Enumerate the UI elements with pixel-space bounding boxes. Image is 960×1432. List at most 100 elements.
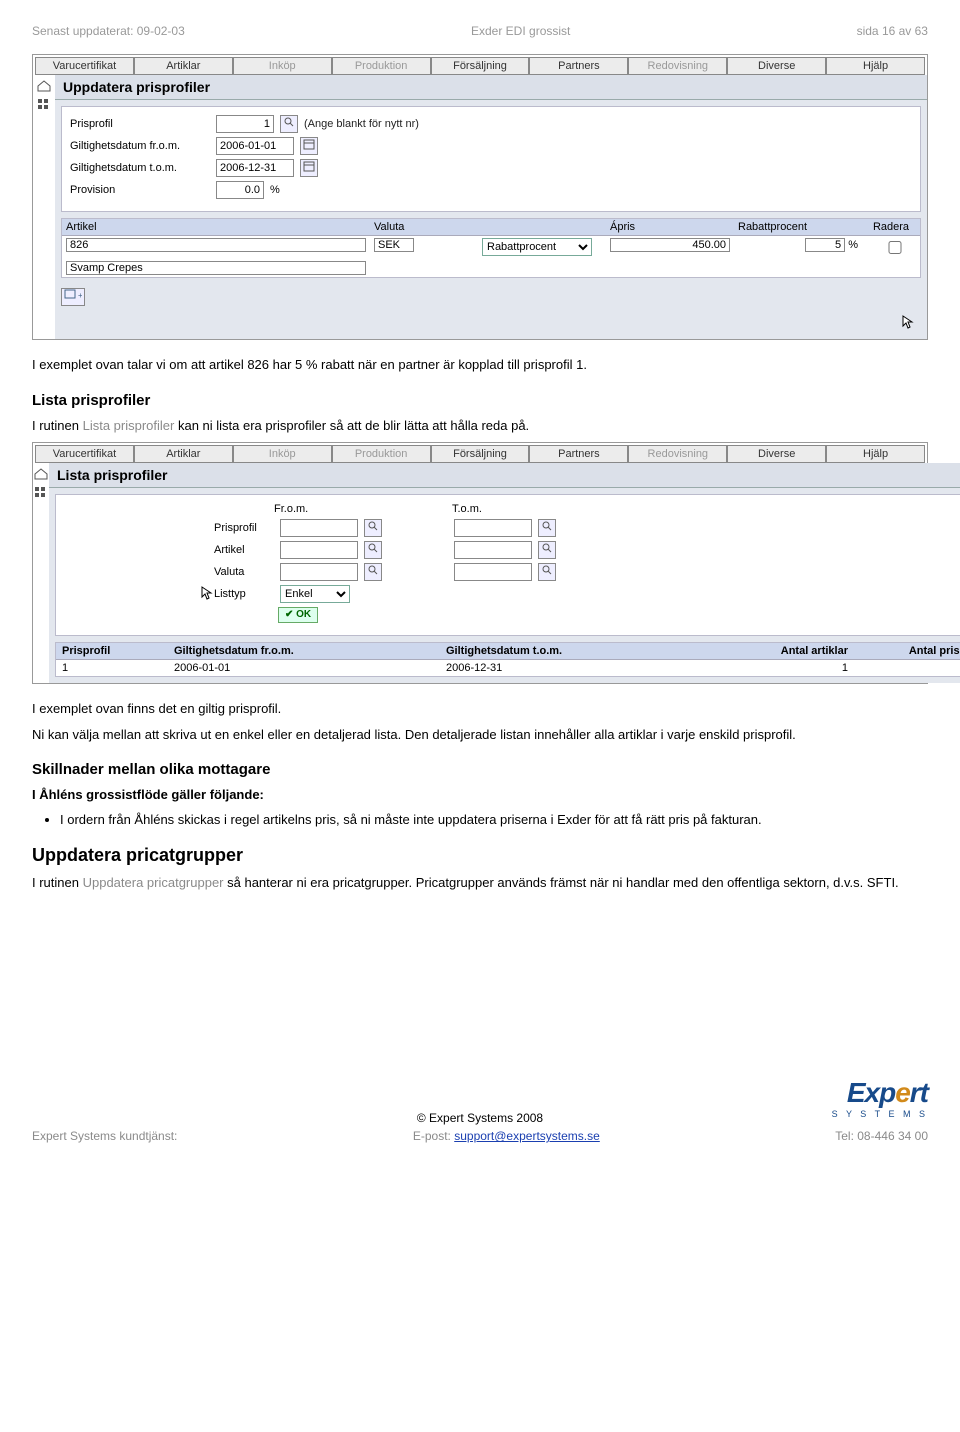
pane-title: Uppdatera prisprofiler xyxy=(55,75,927,100)
result-table: Prisprofil Giltighetsdatum fr.o.m. Gilti… xyxy=(55,642,960,677)
cursor-icon xyxy=(200,585,214,604)
col-apris: Ápris xyxy=(606,219,734,235)
calendar-to-icon[interactable] xyxy=(300,159,318,177)
col-artikel: Artikel xyxy=(62,219,370,235)
tab-partners[interactable]: Partners xyxy=(529,445,628,463)
grid-icon[interactable] xyxy=(33,485,49,499)
cell-apris[interactable] xyxy=(610,238,730,252)
cell-rabatt[interactable] xyxy=(805,238,845,252)
profile-form: Prisprofil (Ange blankt för nytt nr) Gil… xyxy=(61,106,921,212)
cell-to: 2006-12-31 xyxy=(440,660,712,676)
tab-diverse[interactable]: Diverse xyxy=(727,57,826,75)
hint-blank: (Ange blankt för nytt nr) xyxy=(304,118,419,130)
input-from-date[interactable] xyxy=(216,137,294,155)
footer-mid: E-post: support@expertsystems.se xyxy=(413,1129,600,1143)
label-provision: Provision xyxy=(70,184,210,196)
lookup-icon[interactable] xyxy=(538,541,556,559)
paragraph-pricat: I rutinen Uppdatera pricatgrupper så han… xyxy=(32,874,928,892)
label-from: Giltighetsdatum fr.o.m. xyxy=(70,140,210,152)
input-artikel-from[interactable] xyxy=(280,541,358,559)
cursor-icon xyxy=(901,319,915,333)
col-radera: Radera xyxy=(862,219,920,235)
col-to: Giltighetsdatum t.o.m. xyxy=(440,643,712,659)
tab-forsaljning[interactable]: Försäljning xyxy=(431,445,530,463)
tab-hjalp[interactable]: Hjälp xyxy=(826,57,925,75)
footer-left: Expert Systems kundtjänst: xyxy=(32,1129,177,1143)
tab-diverse[interactable]: Diverse xyxy=(727,445,826,463)
subheading-ahlens: I Åhléns grossistflöde gäller följande: xyxy=(32,786,928,804)
label-valuta2: Valuta xyxy=(214,566,274,578)
add-row-button[interactable]: + xyxy=(61,288,85,306)
table-row: Rabattprocent % xyxy=(62,236,920,259)
calendar-from-icon[interactable] xyxy=(300,137,318,155)
input-prisprofil[interactable] xyxy=(216,115,274,133)
pane-title-2: Lista prisprofiler xyxy=(49,463,960,488)
tab-produktion[interactable]: Produktion xyxy=(332,57,431,75)
cell-artikel-name[interactable] xyxy=(66,261,366,275)
paragraph-enkel-detalj: Ni kan välja mellan att skriva ut en enk… xyxy=(32,726,928,744)
tab-redovisning[interactable]: Redovisning xyxy=(628,445,727,463)
home-icon[interactable] xyxy=(33,467,49,481)
input-valuta-to[interactable] xyxy=(454,563,532,581)
list-filter-form: Fr.o.m. T.o.m. Prisprofil Artikel xyxy=(55,494,960,636)
support-email-link[interactable]: support@expertsystems.se xyxy=(454,1129,600,1143)
cell-artikel-code[interactable] xyxy=(66,238,366,252)
list-item: I ordern från Åhléns skickas i regel art… xyxy=(60,812,928,827)
tab-hjalp[interactable]: Hjälp xyxy=(826,445,925,463)
input-provision[interactable] xyxy=(216,181,264,199)
lookup-icon[interactable] xyxy=(364,541,382,559)
paragraph-lista-intro: I rutinen Lista prisprofiler kan ni list… xyxy=(32,417,928,435)
label-prisprofil: Prisprofil xyxy=(70,118,210,130)
tab-artiklar[interactable]: Artiklar xyxy=(134,445,233,463)
input-to-date[interactable] xyxy=(216,159,294,177)
copyright: © Expert Systems 2008 xyxy=(32,1111,928,1125)
ok-button[interactable]: ✔ OK xyxy=(278,607,318,623)
tab-artiklar[interactable]: Artiklar xyxy=(134,57,233,75)
doc-title: Exder EDI grossist xyxy=(471,24,570,38)
expert-logo: Expert S Y S T E M S xyxy=(832,1077,928,1119)
select-listtyp[interactable]: Enkel xyxy=(280,585,350,603)
cell-antal-priser: 1 xyxy=(854,660,960,676)
col-antal-artiklar: Antal artiklar xyxy=(712,643,854,659)
input-artikel-to[interactable] xyxy=(454,541,532,559)
tab-partners[interactable]: Partners xyxy=(529,57,628,75)
lookup-icon[interactable] xyxy=(538,563,556,581)
tab-forsaljning[interactable]: Försäljning xyxy=(431,57,530,75)
tab-produktion[interactable]: Produktion xyxy=(332,445,431,463)
tab-redovisning[interactable]: Redovisning xyxy=(628,57,727,75)
page-footer: Expert S Y S T E M S © Expert Systems 20… xyxy=(32,1111,928,1143)
input-prisprofil-to[interactable] xyxy=(454,519,532,537)
bullet-list: I ordern från Åhléns skickas i regel art… xyxy=(60,812,928,827)
cell-delete-checkbox[interactable] xyxy=(870,241,920,254)
articles-table: Artikel Valuta Ápris Rabattprocent Rader… xyxy=(61,218,921,278)
paragraph-example2: I exemplet ovan finns det en giltig pris… xyxy=(32,700,928,718)
home-icon[interactable] xyxy=(36,79,52,93)
lookup-prisprofil-icon[interactable] xyxy=(280,115,298,133)
col-rabatt: Rabattprocent xyxy=(734,219,862,235)
tab-varucertifikat[interactable]: Varucertifikat xyxy=(35,57,134,75)
col-antal-priser: Antal priser xyxy=(854,643,960,659)
tab-inkop[interactable]: Inköp xyxy=(233,445,332,463)
label-from2: Fr.o.m. xyxy=(274,503,446,515)
tab-varucertifikat[interactable]: Varucertifikat xyxy=(35,445,134,463)
tab-inkop[interactable]: Inköp xyxy=(233,57,332,75)
heading-lista-prisprofiler: Lista prisprofiler xyxy=(32,392,928,409)
heading-pricatgrupper: Uppdatera pricatgrupper xyxy=(32,845,928,866)
lookup-icon[interactable] xyxy=(364,563,382,581)
pct-label: % xyxy=(270,184,280,196)
input-prisprofil-from[interactable] xyxy=(280,519,358,537)
lookup-icon[interactable] xyxy=(364,519,382,537)
cell-antal-artiklar: 1 xyxy=(712,660,854,676)
cell-type-select[interactable]: Rabattprocent xyxy=(482,238,592,256)
pct-label-row: % xyxy=(848,239,858,251)
page-number: sida 16 av 63 xyxy=(857,24,928,38)
input-valuta-from[interactable] xyxy=(280,563,358,581)
grid-icon[interactable] xyxy=(36,97,52,111)
left-rail-2 xyxy=(33,463,49,683)
lookup-icon[interactable] xyxy=(538,519,556,537)
label-to2: T.o.m. xyxy=(452,503,522,515)
svg-text:+: + xyxy=(78,291,82,300)
footer-right: Tel: 08-446 34 00 xyxy=(835,1129,928,1143)
table-row xyxy=(62,259,920,277)
cell-valuta[interactable] xyxy=(374,238,414,252)
